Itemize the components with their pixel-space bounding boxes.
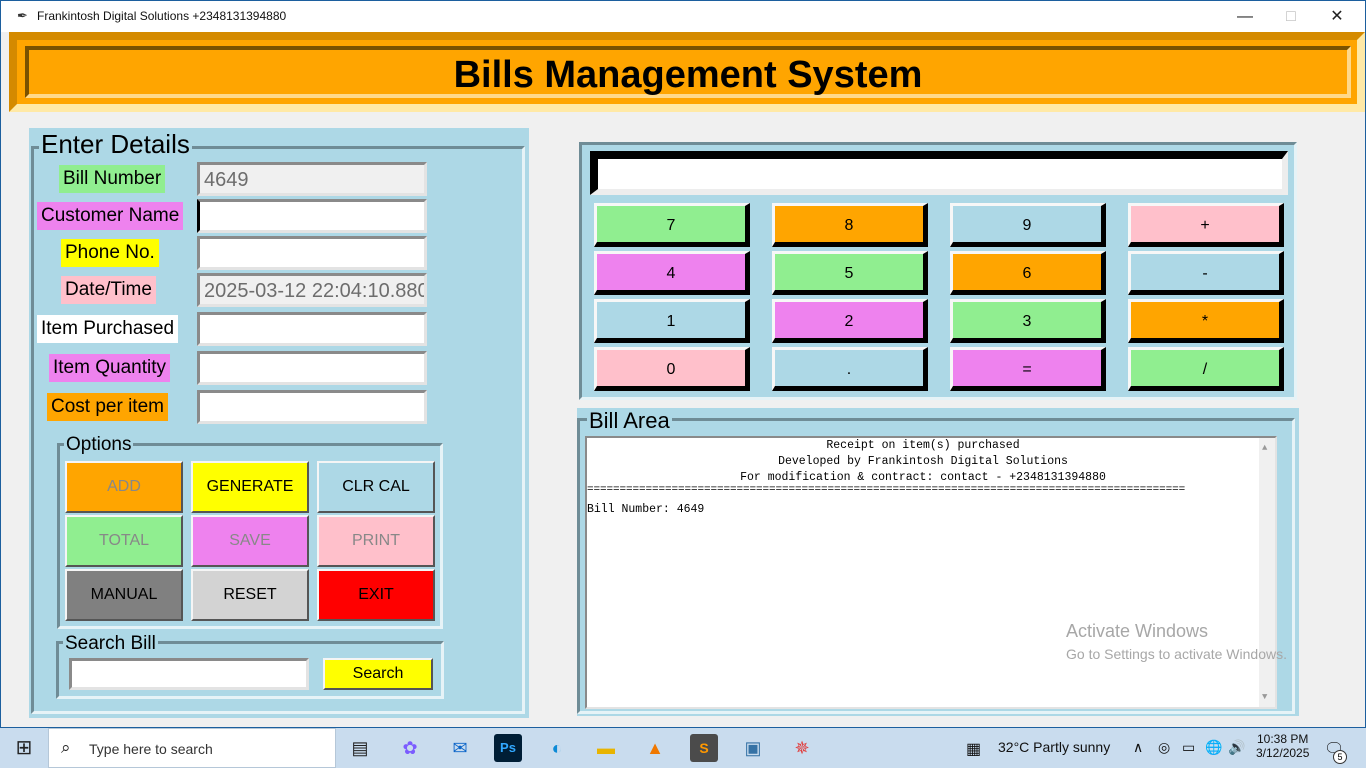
calc-key-plus[interactable]: +	[1128, 203, 1284, 247]
taskbar-search-placeholder: Type here to search	[89, 741, 213, 757]
scroll-up-icon[interactable]: ▲	[1262, 440, 1267, 456]
add-button[interactable]: ADD	[65, 461, 183, 513]
mail-icon[interactable]: ✉	[446, 734, 474, 762]
calc-key-0[interactable]: 0	[594, 347, 750, 391]
copilot-icon[interactable]: ✿	[396, 734, 424, 762]
cost-per-item-label: Cost per item	[47, 393, 168, 421]
taskbar: ⊞ ⌕ Type here to search ▤ ✿ ✉ Ps ◐ ▬ ▲ S ▣ ✵ ▦ 32…	[0, 728, 1366, 768]
phone-no-input[interactable]	[197, 236, 427, 270]
calc-key-3[interactable]: 3	[950, 299, 1106, 343]
search-icon: ⌕	[61, 738, 71, 757]
calc-key-1[interactable]: 1	[594, 299, 750, 343]
bill-number-input[interactable]: 4649	[197, 162, 427, 196]
receipt-heading: Receipt on item(s) purchased	[826, 439, 1020, 452]
item-quantity-label: Item Quantity	[49, 354, 170, 382]
edge-icon[interactable]: ◐	[543, 734, 571, 762]
calc-key-multiply[interactable]: *	[1128, 299, 1284, 343]
clr-cal-button[interactable]: CLR CAL	[317, 461, 435, 513]
network-device-icon[interactable]: ▭	[1182, 739, 1195, 756]
python-icon[interactable]: ▣	[739, 734, 767, 762]
customer-name-label: Customer Name	[37, 202, 184, 230]
save-button[interactable]: SAVE	[191, 515, 309, 567]
manual-button[interactable]: MANUAL	[65, 569, 183, 621]
search-button[interactable]: Search	[323, 658, 433, 690]
sublime-text-icon[interactable]: S	[690, 734, 718, 762]
date-time-label: Date/Time	[61, 276, 156, 304]
feather-icon: ✒	[17, 8, 28, 23]
options-group-title: Options	[64, 434, 134, 456]
item-purchased-label: Item Purchased	[37, 315, 179, 343]
window-title: Frankintosh Digital Solutions +234813139…	[37, 9, 287, 23]
maximize-button[interactable]: □	[1268, 1, 1314, 32]
close-button[interactable]: ✕	[1314, 1, 1360, 32]
calc-key-9[interactable]: 9	[950, 203, 1106, 247]
weather-icon[interactable]: ▦	[966, 739, 981, 759]
print-button[interactable]: PRINT	[317, 515, 435, 567]
details-group-title: Enter Details	[39, 129, 192, 159]
bill-area: Bill Area Receipt on item(s) purchased D…	[577, 408, 1299, 716]
chevron-up-icon[interactable]: ∧	[1133, 739, 1143, 756]
calc-key-8[interactable]: 8	[772, 203, 928, 247]
bill-text-area[interactable]: Receipt on item(s) purchased Developed b…	[585, 436, 1277, 709]
receipt-contact-line: For modification & contract: contact - +…	[740, 471, 1106, 484]
generate-button[interactable]: GENERATE	[191, 461, 309, 513]
calc-key-5[interactable]: 5	[772, 251, 928, 295]
calc-key-7[interactable]: 7	[594, 203, 750, 247]
receipt-bill-number: Bill Number: 4649	[587, 503, 705, 516]
calc-key-6[interactable]: 6	[950, 251, 1106, 295]
task-view-icon[interactable]: ▤	[346, 734, 374, 762]
item-quantity-input[interactable]	[197, 351, 427, 385]
cost-per-item-input[interactable]	[197, 390, 427, 424]
total-button[interactable]: TOTAL	[65, 515, 183, 567]
meet-icon[interactable]: ◎	[1158, 739, 1170, 756]
scroll-down-icon[interactable]: ▼	[1262, 689, 1267, 705]
calc-key-4[interactable]: 4	[594, 251, 750, 295]
receipt-developer-line: Developed by Frankintosh Digital Solutio…	[778, 455, 1068, 468]
item-purchased-input[interactable]	[197, 312, 427, 346]
banner: Bills Management System	[9, 32, 1365, 112]
weather-text[interactable]: 32°C Partly sunny	[998, 739, 1110, 755]
clock[interactable]: 10:38 PM 3/12/2025	[1256, 732, 1309, 760]
date-time-input[interactable]: 2025-03-12 22:04:10.880	[197, 273, 427, 307]
bill-scrollbar[interactable]: ▲ ▼	[1259, 438, 1275, 707]
bill-number-label: Bill Number	[59, 165, 166, 193]
receipt-divider: ========================================…	[587, 486, 1186, 496]
search-group-title: Search Bill	[63, 633, 158, 655]
file-explorer-icon[interactable]: ▬	[592, 734, 620, 762]
windows-start-icon[interactable]: ⊞	[10, 734, 38, 762]
calc-key-minus[interactable]: -	[1128, 251, 1284, 295]
photoshop-icon[interactable]: Ps	[494, 734, 522, 762]
minimize-button[interactable]: —	[1222, 1, 1268, 32]
calc-key-2[interactable]: 2	[772, 299, 928, 343]
banner-frame: Bills Management System	[25, 46, 1351, 98]
title-bar: ✒ Frankintosh Digital Solutions +2348131…	[1, 1, 1365, 32]
calculator: 7 8 9 +4 5 6- 1 2 3 * 0. = /	[579, 142, 1297, 400]
vlc-icon[interactable]: ▲	[641, 734, 669, 762]
calculator-display[interactable]	[590, 151, 1288, 195]
left-panel: Enter Details Bill Number 4649 Customer Na…	[29, 128, 529, 718]
pinwheel-app-icon[interactable]: ✵	[788, 734, 816, 762]
phone-no-label: Phone No.	[61, 239, 159, 267]
globe-icon[interactable]: 🌐	[1205, 739, 1222, 756]
customer-name-input[interactable]	[197, 199, 427, 233]
notification-count: 5	[1333, 750, 1347, 764]
calc-key-equals[interactable]: =	[950, 347, 1106, 391]
bill-area-title: Bill Area	[587, 408, 672, 434]
taskbar-search-box[interactable]: ⌕ Type here to search	[48, 728, 336, 768]
search-bill-input[interactable]	[69, 658, 309, 690]
reset-button[interactable]: RESET	[191, 569, 309, 621]
exit-button[interactable]: EXIT	[317, 569, 435, 621]
app-window: ✒ Frankintosh Digital Solutions +2348131…	[0, 0, 1366, 728]
calc-key-divide[interactable]: /	[1128, 347, 1284, 391]
clock-time: 10:38 PM	[1257, 732, 1309, 746]
page-title: Bills Management System	[453, 54, 923, 96]
clock-date: 3/12/2025	[1256, 746, 1310, 760]
volume-icon[interactable]: 🔊	[1228, 739, 1245, 756]
calc-key-decimal[interactable]: .	[772, 347, 928, 391]
client-area: Bills Management System Enter Details Bi…	[9, 32, 1365, 719]
